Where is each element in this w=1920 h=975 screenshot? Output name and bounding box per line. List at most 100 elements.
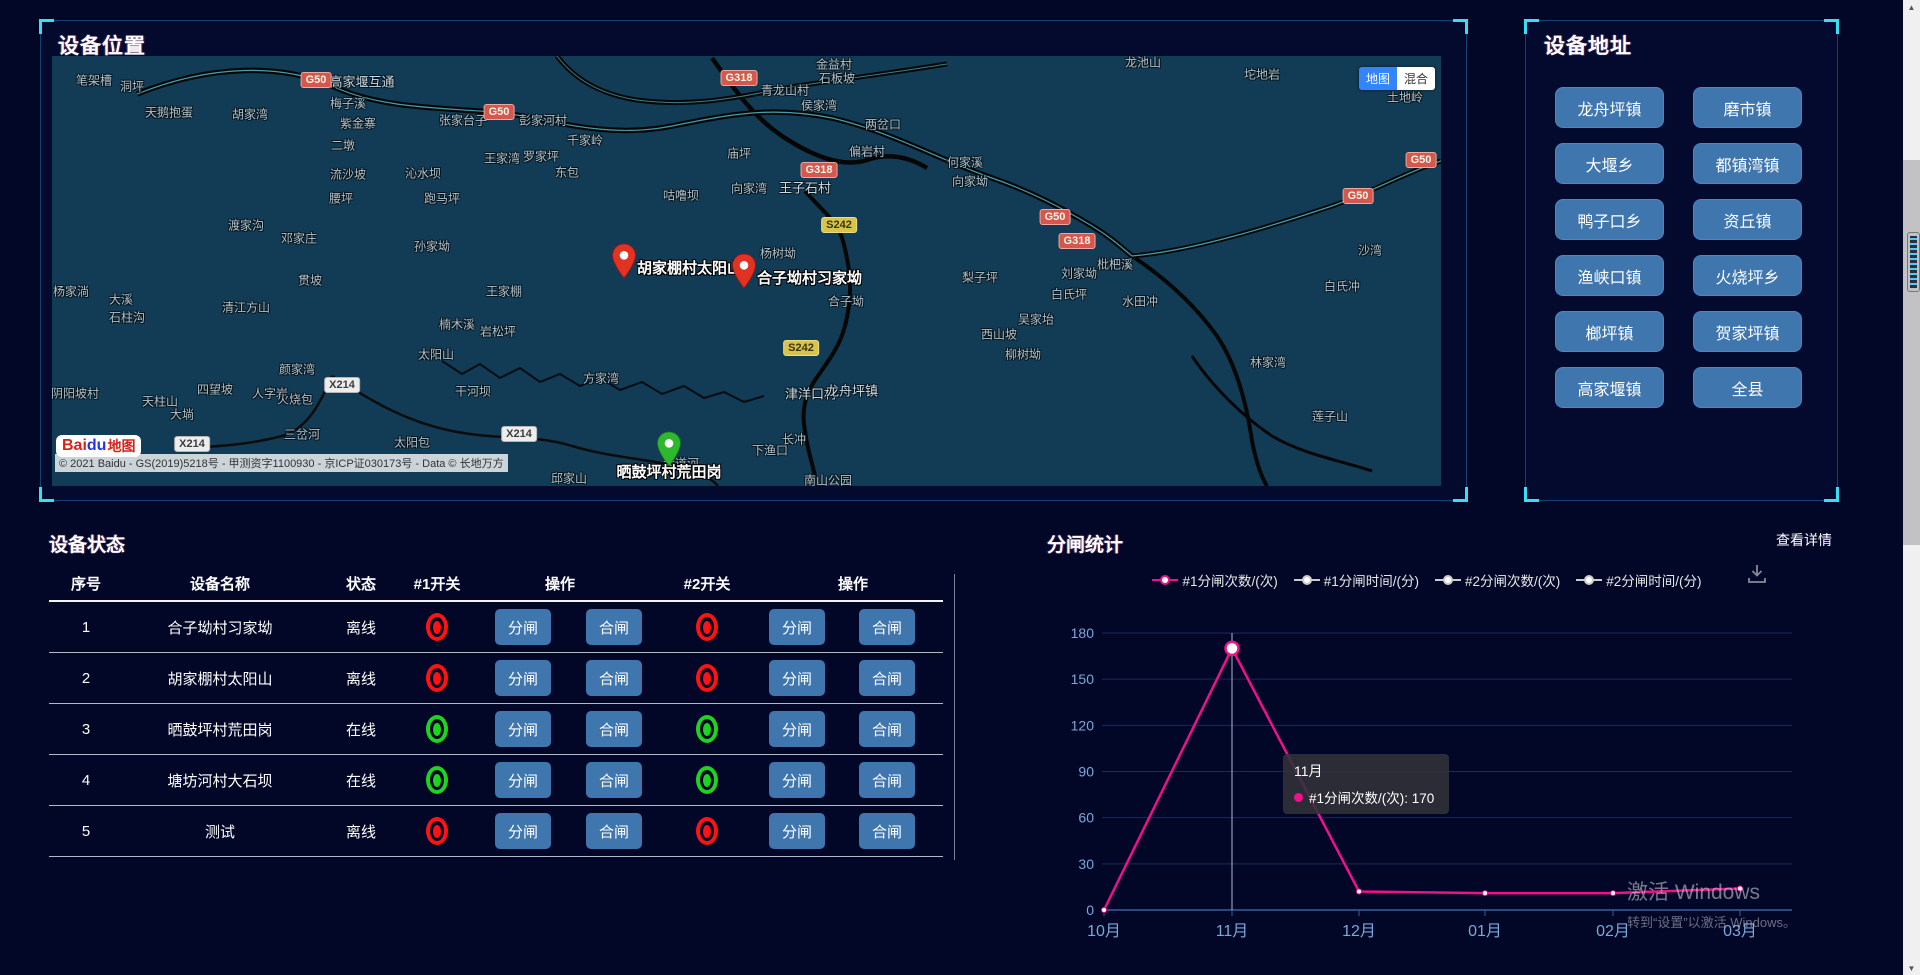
table-header-cell: 操作 <box>763 573 943 594</box>
address-button-2[interactable]: 大堰乡 <box>1555 143 1664 184</box>
address-button-9[interactable]: 贺家坪镇 <box>1693 311 1802 352</box>
map-place-label: 白氏冲 <box>1324 278 1360 295</box>
cell-device-name: 测试 <box>123 821 317 842</box>
scrollbar-striped-widget[interactable] <box>1907 232 1920 292</box>
map-type-control[interactable]: 地图混合 <box>1359 67 1435 90</box>
device-status-title: 设备状态 <box>49 530 125 557</box>
map-place-label: 孙家坳 <box>414 238 450 255</box>
close-switch1-cell: 合闸 <box>577 609 651 645</box>
close-switch2-cell: 合闸 <box>831 813 943 849</box>
address-button-4[interactable]: 鸭子口乡 <box>1555 199 1664 240</box>
switch1-indicator-cell <box>405 766 469 794</box>
map-pin-red[interactable] <box>611 243 637 279</box>
close-switch2-button[interactable]: 合闸 <box>859 609 915 645</box>
address-button-8[interactable]: 榔坪镇 <box>1555 311 1664 352</box>
address-button-1[interactable]: 磨市镇 <box>1693 87 1802 128</box>
close-switch1-button[interactable]: 合闸 <box>586 711 642 747</box>
cell-status: 离线 <box>317 617 405 638</box>
table-header-cell: #2开关 <box>651 573 763 594</box>
map-place-label: 颜家湾 <box>279 361 315 378</box>
cell-device-name: 合子坳村习家坳 <box>123 617 317 638</box>
switch1-indicator-green <box>426 766 448 794</box>
scrollbar[interactable]: ▲ ▼ <box>1903 0 1920 975</box>
open-switch1-button[interactable]: 分闸 <box>495 609 551 645</box>
open-switch1-button[interactable]: 分闸 <box>495 711 551 747</box>
map-place-label: 楠木溪 <box>439 316 475 333</box>
close-switch2-cell: 合闸 <box>831 711 943 747</box>
switch2-indicator-red <box>696 664 718 692</box>
map-place-label: 天鹅抱蛋 <box>145 104 193 121</box>
map-place-label: 刘家坳 <box>1061 265 1097 282</box>
table-row: 5测试离线分闸合闸分闸合闸 <box>49 806 943 857</box>
map-place-label: 王家棚 <box>486 283 522 300</box>
open-switch1-cell: 分闸 <box>469 660 577 696</box>
tooltip-value: #1分闸次数/(次): 170 <box>1309 787 1434 807</box>
map-place-label: 向家湾 <box>731 180 767 197</box>
corner-bracket <box>1824 19 1839 34</box>
y-axis-tick-label: 180 <box>1071 625 1095 641</box>
close-switch1-button[interactable]: 合闸 <box>586 609 642 645</box>
open-switch2-button[interactable]: 分闸 <box>769 660 825 696</box>
map-place-label: 千家岭 <box>567 132 603 149</box>
map-place-label: 东包 <box>555 164 579 181</box>
corner-bracket <box>1524 487 1539 502</box>
cell-index: 3 <box>49 721 123 738</box>
map-place-label: 南山公园 <box>804 472 852 487</box>
close-switch1-button[interactable]: 合闸 <box>586 660 642 696</box>
map-place-label: 西山坡 <box>981 326 1017 343</box>
indicator-dot <box>433 825 441 838</box>
indicator-dot <box>433 621 441 634</box>
corner-bracket <box>1524 19 1539 34</box>
table-header-cell: 设备名称 <box>123 573 317 594</box>
scrollbar-thumb[interactable] <box>1903 160 1920 545</box>
open-switch2-cell: 分闸 <box>763 609 831 645</box>
open-switch2-button[interactable]: 分闸 <box>769 762 825 798</box>
switch2-indicator-cell <box>651 613 763 641</box>
map-pin-label: 晒鼓坪村荒田岗 <box>616 461 721 482</box>
close-switch2-cell: 合闸 <box>831 660 943 696</box>
highlighted-data-point[interactable] <box>1226 642 1239 655</box>
close-switch2-button[interactable]: 合闸 <box>859 660 915 696</box>
map-pin-label: 胡家棚村太阳山 <box>637 257 742 278</box>
scrollbar-up-arrow[interactable]: ▲ <box>1903 0 1920 14</box>
open-switch1-button[interactable]: 分闸 <box>495 813 551 849</box>
map-type-hybrid-button[interactable]: 混合 <box>1397 67 1435 90</box>
open-switch1-button[interactable]: 分闸 <box>495 762 551 798</box>
scrollbar-down-arrow[interactable]: ▼ <box>1903 961 1920 975</box>
close-switch1-button[interactable]: 合闸 <box>586 762 642 798</box>
open-switch1-button[interactable]: 分闸 <box>495 660 551 696</box>
address-button-10[interactable]: 高家堰镇 <box>1555 367 1664 408</box>
table-header-row: 序号设备名称状态#1开关操作#2开关操作 <box>49 566 943 602</box>
address-button-5[interactable]: 资丘镇 <box>1693 199 1802 240</box>
close-switch2-button[interactable]: 合闸 <box>859 813 915 849</box>
close-switch2-button[interactable]: 合闸 <box>859 762 915 798</box>
address-button-0[interactable]: 龙舟坪镇 <box>1555 87 1664 128</box>
table-header-cell: #1开关 <box>405 573 469 594</box>
y-axis-tick-label: 120 <box>1071 717 1095 733</box>
address-button-6[interactable]: 渔峡口镇 <box>1555 255 1664 296</box>
close-switch1-cell: 合闸 <box>577 711 651 747</box>
open-switch2-button[interactable]: 分闸 <box>769 711 825 747</box>
map-place-label: 沙湾 <box>1358 242 1382 259</box>
corner-bracket <box>1453 19 1468 34</box>
cell-device-name: 晒鼓坪村荒田岗 <box>123 719 317 740</box>
indicator-dot <box>703 621 711 634</box>
address-button-11[interactable]: 全县 <box>1693 367 1802 408</box>
open-switch2-button[interactable]: 分闸 <box>769 609 825 645</box>
open-switch2-cell: 分闸 <box>763 762 831 798</box>
open-switch2-button[interactable]: 分闸 <box>769 813 825 849</box>
map-type-map-button[interactable]: 地图 <box>1359 67 1397 90</box>
map-place-label: 干河坝 <box>455 383 491 400</box>
address-button-grid: 龙舟坪镇磨市镇大堰乡都镇湾镇鸭子口乡资丘镇渔峡口镇火烧坪乡榔坪镇贺家坪镇高家堰镇… <box>1555 87 1811 408</box>
close-switch1-button[interactable]: 合闸 <box>586 813 642 849</box>
map-place-label: 石板坡 <box>819 70 855 87</box>
open-switch1-cell: 分闸 <box>469 711 577 747</box>
address-button-7[interactable]: 火烧坪乡 <box>1693 255 1802 296</box>
close-switch2-button[interactable]: 合闸 <box>859 711 915 747</box>
device-address-panel: 设备地址 龙舟坪镇磨市镇大堰乡都镇湾镇鸭子口乡资丘镇渔峡口镇火烧坪乡榔坪镇贺家坪… <box>1525 20 1838 501</box>
map-pin-red[interactable] <box>731 253 757 289</box>
cell-index: 5 <box>49 823 123 840</box>
address-button-3[interactable]: 都镇湾镇 <box>1693 143 1802 184</box>
baidu-map[interactable]: 笔架槽洞坪天鹅抱蛋胡家湾高家堰互通梅子溪紫金寨二墩流沙坡沁水坝腰坪跑马坪渡家沟邓… <box>52 56 1441 486</box>
x-axis-tick-label: 12月 <box>1342 923 1376 940</box>
